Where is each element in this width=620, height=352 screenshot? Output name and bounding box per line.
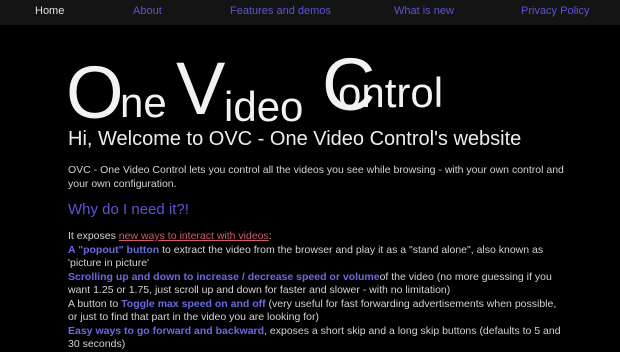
welcome-heading: Hi, Welcome to OVC - One Video Control's…	[68, 128, 522, 150]
toggle-highlight: Toggle max speed on and off	[121, 297, 266, 310]
nav-privacy-link[interactable]: Privacy Policy	[521, 5, 589, 17]
top-navigation: Home About Features and demos What is ne…	[0, 0, 620, 25]
features-list: It exposes new ways to interact with vid…	[68, 230, 568, 352]
new-ways-link[interactable]: new ways to interact with videos	[119, 230, 269, 242]
logo-text-ideo: ideo	[224, 83, 304, 130]
popout-highlight: A "popout" button	[68, 243, 160, 256]
logo-text-ne: ne	[120, 79, 167, 126]
logo-text-ontrol: ontrol	[338, 69, 444, 116]
intro-paragraph: OVC - One Video Control lets you control…	[68, 164, 564, 190]
site-logo: O ne V ideo C ontrol	[66, 42, 486, 137]
popout-item: A "popout" button to extract the video f…	[68, 243, 544, 270]
logo-letter-o: O	[66, 51, 124, 134]
nav-home-link[interactable]: Home	[35, 5, 64, 17]
exposes-line: It exposes new ways to interact with vid…	[68, 230, 272, 242]
skip-item: Easy ways to go forward and backward, ex…	[68, 324, 561, 351]
nav-about-link[interactable]: About	[133, 5, 162, 17]
why-heading: Why do I need it?!	[68, 201, 189, 218]
scroll-item: Scrolling up and down to increase / decr…	[68, 270, 552, 297]
nav-whatsnew-link[interactable]: What is new	[394, 5, 454, 17]
scroll-highlight: Scrolling up and down to increase / decr…	[68, 270, 380, 283]
toggle-item: A button to Toggle max speed on and off …	[68, 297, 557, 324]
nav-features-link[interactable]: Features and demos	[230, 5, 331, 17]
skip-highlight: Easy ways to go forward and backward	[68, 324, 265, 337]
logo-letter-v: V	[176, 47, 226, 130]
